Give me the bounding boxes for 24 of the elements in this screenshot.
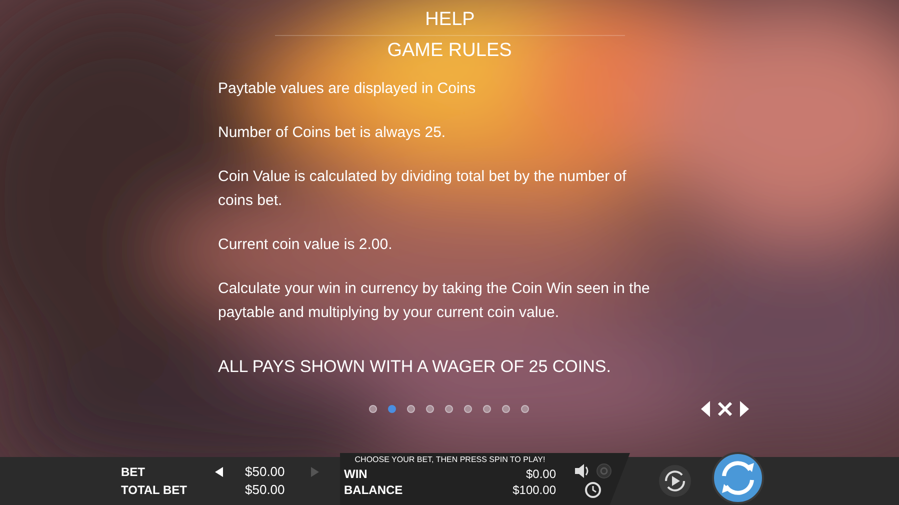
win-value: $0.00	[526, 466, 556, 482]
previous-arrow-icon[interactable]	[701, 401, 711, 417]
total-bet-label: TOTAL BET	[121, 482, 188, 499]
balance-value: $100.00	[512, 482, 556, 498]
instruction-text: CHOOSE YOUR BET, THEN PRESS SPIN TO PLAY!	[354, 454, 546, 466]
rule-paragraph: Coin Value is calculated by dividing total bet by the number of coins bet.	[218, 167, 628, 211]
balance-label: BALANCE	[344, 482, 404, 498]
spin-button[interactable]	[712, 452, 764, 504]
rule-paragraph: Calculate your win in currency by taking the Coin Win seen in the paytable and multiplying by your current coin value.	[218, 279, 651, 323]
next-arrow-icon[interactable]	[739, 401, 749, 417]
help-title: HELP	[424, 8, 475, 32]
bet-value: $50.00	[245, 463, 286, 481]
total-bet-value: $50.00	[245, 481, 285, 499]
decrease-bet-button[interactable]	[215, 467, 223, 477]
win-label: WIN	[344, 466, 368, 482]
history-icon[interactable]	[584, 481, 602, 499]
rule-paragraph: Paytable values are displayed in Coins	[218, 79, 477, 99]
autoplay-button[interactable]	[658, 464, 692, 498]
bet-label: BET	[121, 464, 146, 481]
section-title: GAME RULES	[387, 39, 512, 63]
rule-paragraph: Number of Coins bet is always 25.	[218, 123, 447, 143]
rule-paragraph: Current coin value is 2.00.	[218, 235, 394, 255]
close-icon[interactable]	[717, 401, 733, 417]
wager-notice: ALL PAYS SHOWN WITH A WAGER OF 25 COINS.	[218, 356, 612, 378]
